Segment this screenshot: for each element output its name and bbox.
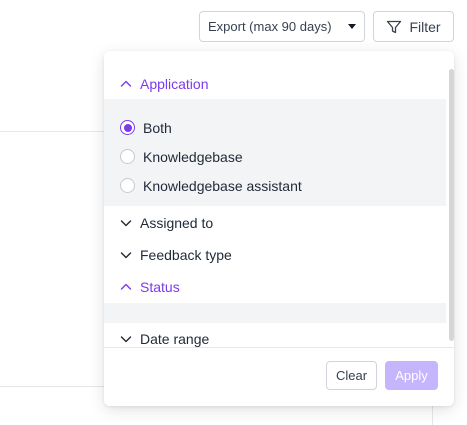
radio-option-knowledgebase[interactable]: Knowledgebase (104, 142, 446, 171)
section-application-header[interactable]: Application (104, 71, 446, 97)
filter-panel: Application Both Knowledgebase Knowledge… (104, 51, 454, 406)
chevron-up-icon (120, 283, 132, 290)
chevron-down-icon (120, 220, 132, 227)
background-divider (0, 131, 104, 132)
section-status-label: Status (140, 279, 180, 295)
radio-option-both[interactable]: Both (104, 113, 446, 142)
section-application-label: Application (140, 76, 209, 92)
filter-button[interactable]: Filter (373, 11, 454, 42)
section-feedback-type-label: Feedback type (140, 247, 232, 263)
export-label: Export (max 90 days) (208, 19, 332, 34)
filter-label: Filter (409, 18, 441, 35)
radio-button[interactable] (120, 149, 135, 164)
section-assigned-to-header[interactable]: Assigned to (104, 210, 446, 236)
export-dropdown-button[interactable]: Export (max 90 days) (199, 11, 365, 42)
section-status-header[interactable]: Status (104, 274, 446, 300)
section-feedback-type-header[interactable]: Feedback type (104, 242, 446, 268)
section-date-range-label: Date range (140, 331, 210, 347)
application-options: Both Knowledgebase Knowledgebase assista… (104, 99, 446, 206)
radio-option-knowledgebase-assistant[interactable]: Knowledgebase assistant (104, 171, 446, 200)
section-assigned-to-label: Assigned to (140, 215, 214, 231)
page: Export (max 90 days) Filter Application … (0, 0, 467, 425)
panel-scrollbar[interactable] (449, 69, 454, 341)
status-options (104, 303, 446, 323)
filter-panel-footer: Clear Apply (104, 347, 454, 406)
apply-button[interactable]: Apply (385, 361, 438, 390)
background-divider (0, 386, 104, 387)
caret-down-icon (348, 24, 356, 29)
radio-option-label: Knowledgebase assistant (143, 177, 302, 194)
section-date-range-header[interactable]: Date range (104, 326, 446, 347)
radio-option-label: Both (143, 119, 172, 136)
filter-funnel-icon (387, 20, 402, 33)
clear-button[interactable]: Clear (326, 361, 377, 390)
chevron-down-icon (120, 336, 132, 343)
filter-panel-scroll-area: Application Both Knowledgebase Knowledge… (104, 51, 446, 347)
radio-option-label: Knowledgebase (143, 148, 243, 165)
chevron-down-icon (120, 252, 132, 259)
radio-button[interactable] (120, 178, 135, 193)
radio-button-checked[interactable] (120, 120, 135, 135)
chevron-up-icon (120, 80, 132, 87)
